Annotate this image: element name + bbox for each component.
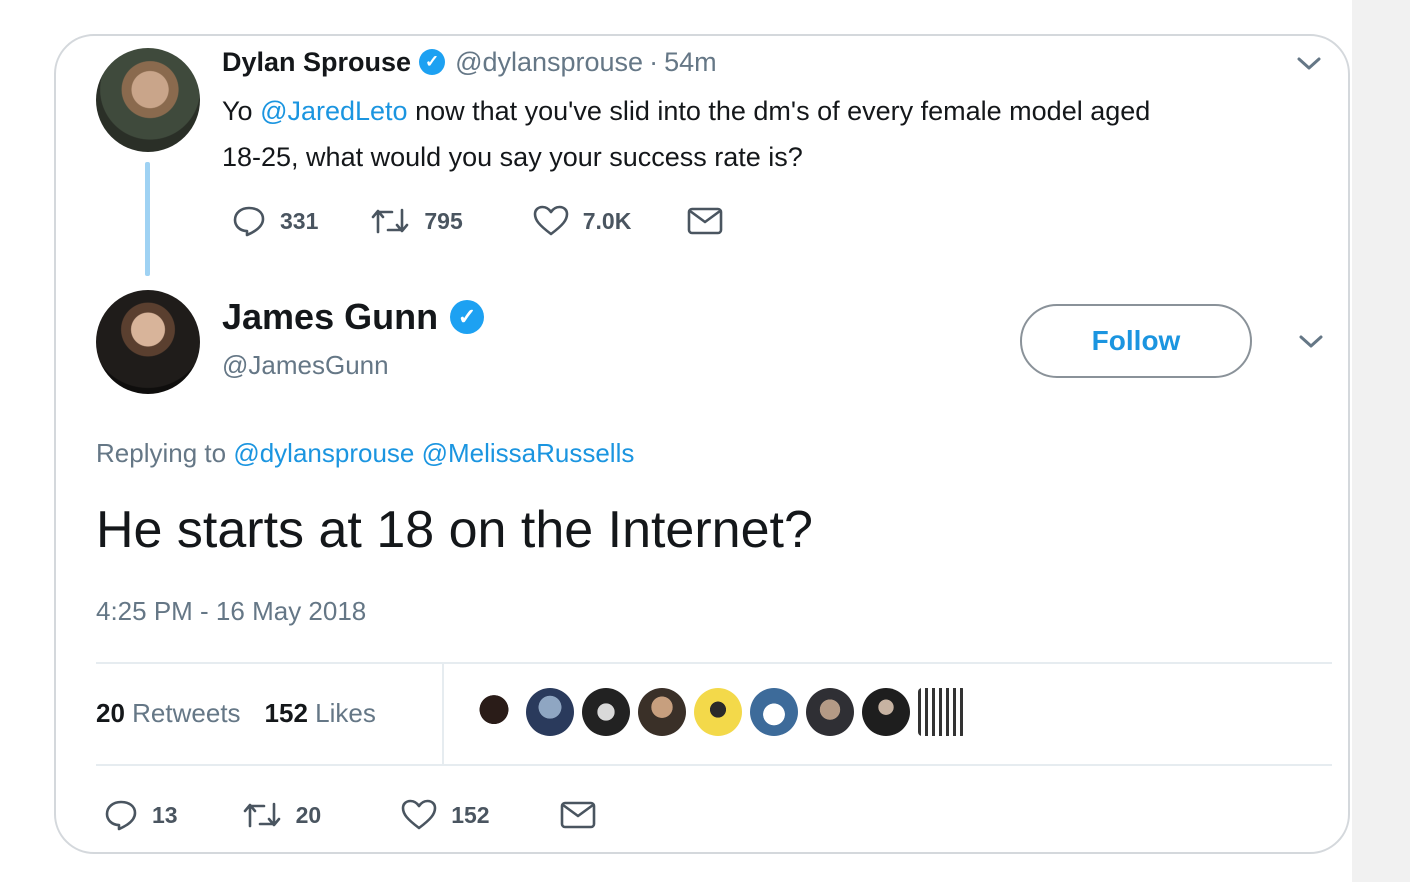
liker-avatar[interactable] [470,688,518,736]
tweet1-like-button[interactable]: 7.0K [533,205,632,237]
divider-bottom [96,764,1332,766]
tweet1-mention-link[interactable]: @JaredLeto [260,96,408,126]
tweet1-text-rest: now that you've slid into the dm's of ev… [407,96,1151,126]
replying-to-line: Replying to @dylansprouse @MelissaRussel… [96,438,634,469]
liker-avatar[interactable] [918,688,966,736]
likes-stat-label: Likes [315,698,376,728]
tweet2-retweet-button[interactable]: 20 [242,800,322,830]
verified-badge-icon: ✓ [419,49,446,75]
liker-avatar[interactable] [694,688,742,736]
tweet2-author-handle[interactable]: @JamesGunn [222,350,389,381]
avatar-dylan-sprouse[interactable] [96,48,200,152]
tweet2-like-button[interactable]: 152 [401,799,490,831]
tweet1-like-count: 7.0K [582,207,632,234]
tweet2-reply-button[interactable]: 13 [104,798,178,832]
message-icon [688,207,723,235]
liker-avatars [470,688,966,736]
right-edge-strip [1352,0,1410,882]
liker-avatar[interactable] [862,688,910,736]
liker-avatar[interactable] [526,688,574,736]
likes-stat[interactable]: 152 Likes [265,698,376,729]
liker-avatar[interactable] [638,688,686,736]
thread-connector-line [145,162,150,276]
reply-icon [233,206,265,237]
tweet1-retweet-button[interactable]: 795 [370,206,463,236]
tweet1-text: Yo @JaredLeto now that you've slid into … [222,88,1322,180]
liker-avatar[interactable] [750,688,798,736]
message-icon [560,801,595,829]
tweet2-retweet-count: 20 [295,801,322,828]
heart-icon [533,205,569,236]
tweet1-time[interactable]: 54m [664,47,717,78]
verified-badge-icon: ✓ [450,300,485,334]
replying-to-label: Replying to [96,438,234,468]
tweet1-message-button[interactable] [687,206,723,236]
divider-top [96,662,1332,664]
heart-icon [401,799,437,830]
tweet1-reply-count: 331 [280,207,319,234]
tweet2-stats: 20 Retweets 152 Likes [96,698,376,729]
tweet2-author-name[interactable]: James Gunn [222,296,438,338]
liker-avatar[interactable] [806,688,854,736]
tweet1-text-line2: 18-25, what would you say your success r… [222,142,803,172]
retweets-stat-label: Retweets [132,698,241,728]
tweet2-like-count: 152 [451,801,490,828]
tweet2-reply-count: 13 [152,801,178,828]
follow-button[interactable]: Follow [1020,304,1252,378]
tweet2-text: He starts at 18 on the Internet? [96,501,813,559]
liker-avatar[interactable] [582,688,630,736]
avatar-james-gunn[interactable] [96,290,200,394]
retweets-stat[interactable]: 20 Retweets [96,698,241,729]
tweet1-retweet-count: 795 [424,207,463,234]
retweet-icon [243,802,280,828]
tweet1-text-prefix: Yo [222,96,261,126]
header-separator: · [649,46,659,77]
chevron-down-icon[interactable] [1298,334,1324,350]
reply-icon [105,800,137,831]
retweet-icon [372,208,409,234]
tweet2-timestamp[interactable]: 4:25 PM - 16 May 2018 [96,596,366,627]
likes-stat-count: 152 [264,698,308,728]
tweet1-actions: 331 795 7.0K [232,204,723,238]
tweet1-header: Dylan Sprouse ✓ @dylansprouse · 54m [222,44,717,80]
tweet2-message-button[interactable] [560,800,596,830]
tweet1-author-name[interactable]: Dylan Sprouse [222,47,411,78]
tweet2-author-name-row: James Gunn ✓ [222,294,494,340]
replying-to-mentions[interactable]: @dylansprouse @MelissaRussells [233,438,634,468]
tweet2-actions: 13 20 152 [104,798,596,832]
tweet1-author-handle[interactable]: @dylansprouse [455,47,643,78]
divider-vertical [442,664,444,764]
tweet1-reply-button[interactable]: 331 [232,204,318,238]
chevron-down-icon[interactable] [1296,56,1322,72]
retweets-stat-count: 20 [96,698,125,728]
